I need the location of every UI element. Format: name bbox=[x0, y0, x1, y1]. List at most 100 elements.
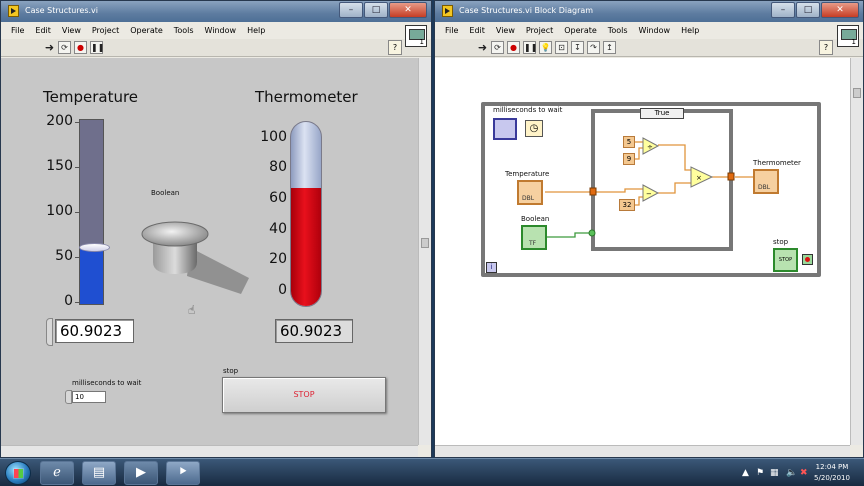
labview-vi-icon bbox=[442, 5, 453, 17]
front-panel-vertical-scrollbar[interactable] bbox=[418, 58, 431, 445]
run-arrow-icon[interactable]: ➜ bbox=[43, 41, 56, 54]
media-player-icon[interactable]: ▶ bbox=[124, 461, 158, 485]
front-panel-menubar: File Edit View Project Operate Tools Win… bbox=[1, 22, 431, 39]
boolean-push-button[interactable] bbox=[139, 218, 251, 300]
flag-icon[interactable]: ⚑ bbox=[756, 468, 764, 478]
run-continuously-icon[interactable]: ⟳ bbox=[491, 41, 504, 54]
labview-vi-icon bbox=[8, 5, 19, 17]
close-button[interactable]: ✕ bbox=[821, 2, 859, 18]
minimize-button[interactable]: – bbox=[339, 2, 363, 18]
highlight-execution-icon[interactable]: 💡 bbox=[539, 41, 552, 54]
menu-operate[interactable]: Operate bbox=[130, 26, 163, 35]
thermometer-scale-tick: 40 bbox=[269, 221, 287, 237]
temperature-increment-arrows[interactable] bbox=[46, 318, 53, 346]
show-hidden-icons-icon[interactable]: ▲ bbox=[742, 468, 749, 478]
milliseconds-increment-arrows[interactable] bbox=[65, 390, 72, 404]
run-continuously-icon[interactable]: ⟳ bbox=[58, 41, 71, 54]
temperature-numeric-control[interactable]: 60.9023 bbox=[55, 319, 134, 343]
menu-operate[interactable]: Operate bbox=[564, 26, 597, 35]
mouse-hand-cursor-icon: ☝ bbox=[188, 303, 196, 317]
pause-icon[interactable]: ❚❚ bbox=[523, 41, 537, 54]
abort-execution-icon[interactable]: ● bbox=[507, 41, 520, 54]
temperature-slide-fill bbox=[80, 248, 103, 304]
block-diagram-canvas: milliseconds to wait ◷ Temperature DBL B… bbox=[435, 58, 850, 445]
temperature-slide-track[interactable] bbox=[79, 119, 110, 305]
menu-tools[interactable]: Tools bbox=[174, 26, 194, 35]
menu-edit[interactable]: Edit bbox=[469, 26, 485, 35]
context-help-icon[interactable]: ? bbox=[388, 40, 402, 55]
bd-stop-terminal[interactable]: STOP bbox=[773, 248, 798, 272]
bd-stop-label: stop bbox=[773, 238, 789, 246]
block-diagram-toolbar: ➜ ⟳ ● ❚❚ 💡 ⊡ ↧ ↷ ↥ ? bbox=[435, 39, 863, 57]
thermometer-numeric-indicator: 60.9023 bbox=[275, 319, 353, 343]
clock-time[interactable]: 12:04 PM bbox=[812, 463, 852, 471]
network-icon[interactable]: ▦ bbox=[770, 468, 779, 478]
labview-taskbar-icon[interactable]: ⯈ bbox=[166, 461, 200, 485]
block-diagram-title: Case Structures.vi Block Diagram bbox=[459, 6, 594, 15]
close-button[interactable]: ✕ bbox=[389, 2, 427, 18]
stop-button[interactable]: STOP bbox=[222, 377, 386, 413]
temperature-scale-tick: 150 bbox=[46, 158, 73, 174]
volume-icon[interactable]: 🔈 bbox=[786, 468, 797, 478]
windows-taskbar: ℯ ▤ ▶ ⯈ ▲ ⚑ ▦ 🔈 ✖ 12:04 PM 5/20/2010 bbox=[0, 458, 864, 486]
svg-text:−: − bbox=[646, 190, 652, 198]
block-diagram-titlebar[interactable]: Case Structures.vi Block Diagram – □ ✕ bbox=[435, 1, 863, 22]
thermometer-scale-tick: 60 bbox=[269, 190, 287, 206]
front-panel-toolbar: ➜ ⟳ ● ❚❚ ? bbox=[1, 39, 431, 57]
menu-view[interactable]: View bbox=[496, 26, 515, 35]
menu-window[interactable]: Window bbox=[205, 26, 237, 35]
menu-edit[interactable]: Edit bbox=[35, 26, 51, 35]
front-panel-titlebar[interactable]: Case Structures.vi – □ ✕ bbox=[1, 1, 431, 22]
internet-explorer-icon[interactable]: ℯ bbox=[40, 461, 74, 485]
thermometer-indicator bbox=[290, 121, 322, 307]
thermometer-scale-tick: 20 bbox=[269, 251, 287, 267]
front-panel-horizontal-scrollbar[interactable] bbox=[1, 445, 418, 457]
front-panel-canvas: Temperature 200 150 100 50 0 60.9023 Boo… bbox=[1, 58, 418, 445]
run-arrow-icon[interactable]: ➜ bbox=[476, 41, 489, 54]
clock-date[interactable]: 5/20/2010 bbox=[812, 474, 852, 482]
start-button[interactable] bbox=[5, 461, 31, 485]
menu-help[interactable]: Help bbox=[247, 26, 265, 35]
front-panel-title: Case Structures.vi bbox=[25, 6, 99, 15]
thermometer-scale-tick: 80 bbox=[269, 159, 287, 175]
thermometer-fill bbox=[291, 188, 321, 306]
menu-window[interactable]: Window bbox=[639, 26, 671, 35]
loop-condition-terminal[interactable] bbox=[802, 254, 813, 265]
menu-file[interactable]: File bbox=[445, 26, 458, 35]
loop-iteration-terminal[interactable]: i bbox=[486, 262, 497, 273]
thermometer-scale-tick: 0 bbox=[278, 282, 287, 298]
milliseconds-to-wait-input[interactable]: 10 bbox=[72, 391, 106, 403]
thermometer-label: Thermometer bbox=[255, 88, 358, 106]
abort-execution-icon[interactable]: ● bbox=[74, 41, 87, 54]
menu-project[interactable]: Project bbox=[526, 26, 553, 35]
temperature-slide-thumb[interactable] bbox=[79, 243, 110, 252]
block-diagram-vertical-scrollbar[interactable] bbox=[850, 58, 863, 445]
block-diagram-horizontal-scrollbar[interactable] bbox=[435, 445, 850, 457]
svg-text:×: × bbox=[696, 174, 702, 182]
boolean-label: Boolean bbox=[151, 189, 180, 197]
alert-icon[interactable]: ✖ bbox=[800, 468, 808, 478]
vi-connector-icon[interactable] bbox=[405, 25, 427, 47]
menu-tools[interactable]: Tools bbox=[608, 26, 628, 35]
menu-file[interactable]: File bbox=[11, 26, 24, 35]
milliseconds-to-wait-label: milliseconds to wait bbox=[72, 379, 142, 387]
menu-project[interactable]: Project bbox=[92, 26, 119, 35]
menu-view[interactable]: View bbox=[62, 26, 81, 35]
pause-icon[interactable]: ❚❚ bbox=[90, 41, 104, 54]
maximize-button[interactable]: □ bbox=[364, 2, 388, 18]
minimize-button[interactable]: – bbox=[771, 2, 795, 18]
context-help-icon[interactable]: ? bbox=[819, 40, 833, 55]
front-panel-window: Case Structures.vi – □ ✕ File Edit View … bbox=[0, 0, 432, 458]
menu-help[interactable]: Help bbox=[681, 26, 699, 35]
maximize-button[interactable]: □ bbox=[796, 2, 820, 18]
step-out-icon[interactable]: ↥ bbox=[603, 41, 616, 54]
retain-wire-values-icon[interactable]: ⊡ bbox=[555, 41, 568, 54]
temperature-scale-tick: 100 bbox=[46, 203, 73, 219]
bd-thermometer-terminal[interactable]: DBL bbox=[753, 169, 779, 194]
temperature-scale-tick: 50 bbox=[55, 248, 73, 264]
block-diagram-menubar: File Edit View Project Operate Tools Win… bbox=[435, 22, 863, 39]
vi-connector-icon[interactable] bbox=[837, 25, 859, 47]
windows-explorer-icon[interactable]: ▤ bbox=[82, 461, 116, 485]
step-over-icon[interactable]: ↷ bbox=[587, 41, 600, 54]
step-into-icon[interactable]: ↧ bbox=[571, 41, 584, 54]
